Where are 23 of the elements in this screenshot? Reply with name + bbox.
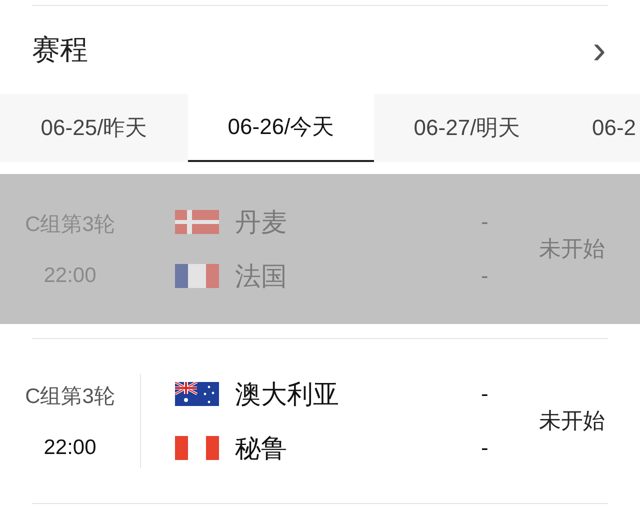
flag-icon [175,382,219,406]
team-score: - [481,381,490,407]
match-status: 未开始 [539,407,605,435]
team-name: 法国 [235,260,288,292]
team-name: 丹麦 [235,206,288,238]
team-score: - [481,209,490,235]
date-tab[interactable]: 06-27/明天 [374,94,560,162]
team-score: - [481,435,490,461]
team-name: 秘鲁 [235,432,288,464]
flag-icon [175,210,219,234]
section-title: 赛程 [32,33,88,67]
team-score: - [481,263,490,289]
date-tab[interactable]: 06-25/昨天 [0,94,188,162]
flag-icon [175,436,219,460]
date-tab[interactable]: 06-26/今天 [188,94,374,162]
flag-icon [175,264,219,288]
group-label: C组第3轮 [25,384,115,410]
team-name: 澳大利亚 [235,378,340,410]
date-tab[interactable]: 06-2 [560,94,640,162]
match-time: 22:00 [44,436,96,460]
match-row[interactable]: C组第3轮 22:00 澳大利亚 - 秘鲁 - 未开始 [0,339,640,503]
match-status: 未开始 [539,235,605,263]
chevron-icon[interactable]: › [592,30,606,70]
